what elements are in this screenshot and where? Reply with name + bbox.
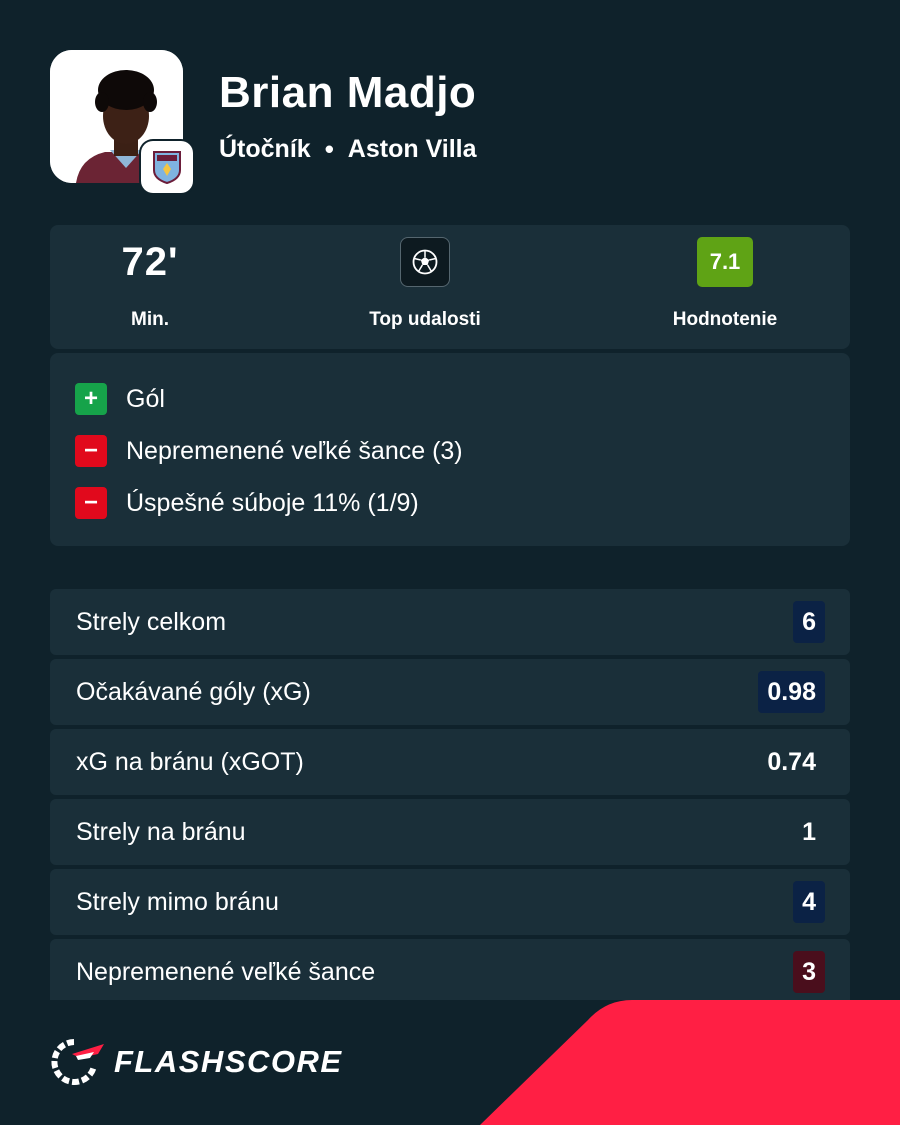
stat-label: xG na bránu (xGOT)	[76, 747, 304, 776]
plus-icon: +	[75, 383, 107, 415]
event-item: − Úspešné súboje 11% (1/9)	[75, 487, 419, 519]
minutes-value: 72'	[121, 239, 179, 284]
player-position: Útočník	[219, 135, 311, 163]
stat-value: 4	[793, 881, 825, 923]
stat-label: Očakávané góly (xG)	[76, 677, 311, 706]
stat-label: Strely mimo bránu	[76, 887, 279, 916]
minus-icon: −	[75, 487, 107, 519]
top-events-summary[interactable]: Top udalosti	[350, 225, 500, 349]
rating-summary: 7.1 Hodnotenie	[650, 225, 800, 349]
minus-icon: −	[75, 435, 107, 467]
top-events-button[interactable]	[400, 237, 450, 287]
meta-separator: •	[324, 134, 334, 164]
player-meta: Útočník • Aston Villa	[219, 134, 477, 165]
stat-row-shots-off-target: Strely mimo bránu 4	[50, 869, 850, 935]
event-label: Nepremenené veľké šance (3)	[126, 436, 463, 465]
stat-value: 6	[793, 601, 825, 643]
brand-name: FLASHSCORE	[114, 1044, 343, 1079]
event-item: + Gól	[75, 383, 165, 415]
event-label: Úspešné súboje 11% (1/9)	[126, 488, 419, 517]
event-item: − Nepremenené veľké šance (3)	[75, 435, 463, 467]
stat-row-shots-total: Strely celkom 6	[50, 589, 850, 655]
stat-value: 1	[802, 817, 816, 846]
event-label: Gól	[126, 384, 165, 413]
top-events-card: + Gól − Nepremenené veľké šance (3) − Ús…	[50, 353, 850, 546]
player-name: Brian Madjo	[219, 68, 477, 117]
stat-label: Nepremenené veľké šance	[76, 957, 376, 986]
stat-value: 0.74	[767, 747, 816, 776]
stat-row-xg: Očakávané góly (xG) 0.98	[50, 659, 850, 725]
stat-row-xgot: xG na bránu (xGOT) 0.74	[50, 729, 850, 795]
stat-row-big-chances-missed: Nepremenené veľké šance 3	[50, 939, 850, 1000]
soccer-ball-icon	[412, 249, 438, 275]
stat-value: 3	[793, 951, 825, 993]
stat-label: Strely celkom	[76, 607, 227, 636]
club-badge	[141, 141, 193, 193]
flashscore-brand: FLASHSCORE	[50, 1038, 343, 1086]
rating-badge: 7.1	[697, 237, 753, 287]
player-team: Aston Villa	[347, 135, 477, 163]
match-summary-card: 72' Min. Top udalosti 7.1 Hodnotenie	[50, 225, 850, 349]
minutes-label: Min.	[131, 309, 169, 330]
rating-label: Hodnotenie	[672, 309, 778, 330]
stat-value: 0.98	[758, 671, 825, 713]
aston-villa-crest-icon	[153, 151, 181, 184]
flashscore-logo-icon	[51, 1039, 104, 1085]
stat-label: Strely na bránu	[76, 817, 246, 846]
top-events-label: Top udalosti	[369, 309, 481, 330]
minutes-summary: 72' Min.	[90, 225, 210, 349]
stat-row-shots-on-target: Strely na bránu 1	[50, 799, 850, 865]
